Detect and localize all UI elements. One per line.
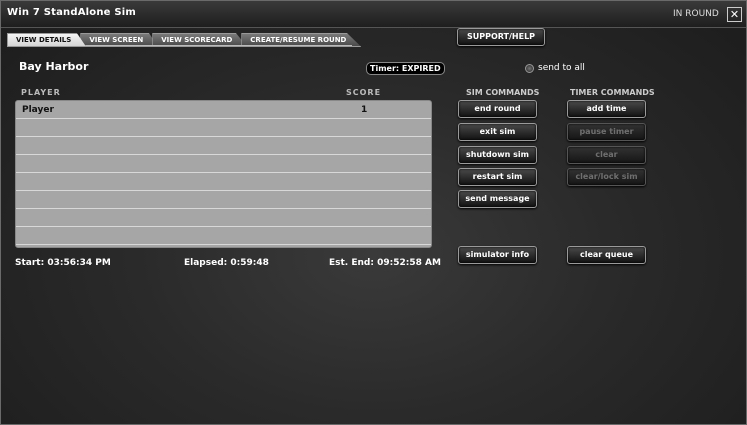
table-row[interactable] — [16, 227, 431, 245]
player-cell: Player — [22, 105, 54, 115]
pause-timer-button[interactable]: pause timer — [567, 123, 646, 141]
table-row[interactable] — [16, 173, 431, 191]
estimated-end-time: Est. End: 09:52:58 AM — [329, 258, 441, 268]
sim-commands-heading: SIM COMMANDS — [466, 88, 540, 97]
exit-sim-button[interactable]: exit sim — [458, 123, 537, 141]
table-row[interactable] — [16, 191, 431, 209]
close-icon[interactable]: ✕ — [727, 7, 742, 22]
player-column-header: PLAYER — [21, 88, 61, 97]
score-cell: 1 — [361, 105, 368, 115]
restart-sim-button[interactable]: restart sim — [458, 168, 537, 186]
clear-lock-sim-button[interactable]: clear/lock sim — [567, 168, 646, 186]
clear-queue-button[interactable]: clear queue — [567, 246, 646, 264]
table-row[interactable] — [16, 119, 431, 137]
send-to-all-label: send to all — [538, 63, 585, 73]
shutdown-sim-button[interactable]: shutdown sim — [458, 146, 537, 164]
elapsed-time: Elapsed: 0:59:48 — [184, 258, 269, 268]
tab-bar: VIEW DETAILS VIEW SCREEN VIEW SCORECARD … — [7, 33, 362, 47]
clear-timer-button[interactable]: clear — [567, 146, 646, 164]
support-help-button[interactable]: SUPPORT/HELP — [457, 28, 545, 46]
window-title: Win 7 StandAlone Sim — [7, 7, 136, 18]
simulator-info-button[interactable]: simulator info — [458, 246, 537, 264]
table-row[interactable]: Player 1 — [16, 101, 431, 119]
round-status: IN ROUND — [673, 9, 719, 19]
timer-commands-heading: TIMER COMMANDS — [570, 88, 655, 97]
send-message-button[interactable]: send message — [458, 190, 537, 208]
app-window: Win 7 StandAlone Sim IN ROUND ✕ VIEW DET… — [0, 0, 747, 425]
score-table: Player 1 — [15, 100, 432, 248]
end-round-button[interactable]: end round — [458, 100, 537, 118]
course-name: Bay Harbor — [19, 60, 89, 73]
radio-icon[interactable] — [525, 64, 534, 73]
score-column-header: SCORE — [346, 88, 382, 97]
timer-status-badge: Timer: EXPIRED — [366, 62, 445, 75]
add-time-button[interactable]: add time — [567, 100, 646, 118]
start-time: Start: 03:56:34 PM — [15, 258, 111, 268]
table-row[interactable] — [16, 155, 431, 173]
table-row[interactable] — [16, 137, 431, 155]
tab-view-details[interactable]: VIEW DETAILS — [7, 33, 87, 47]
title-bar: Win 7 StandAlone Sim IN ROUND ✕ — [1, 1, 746, 28]
table-row[interactable] — [16, 209, 431, 227]
